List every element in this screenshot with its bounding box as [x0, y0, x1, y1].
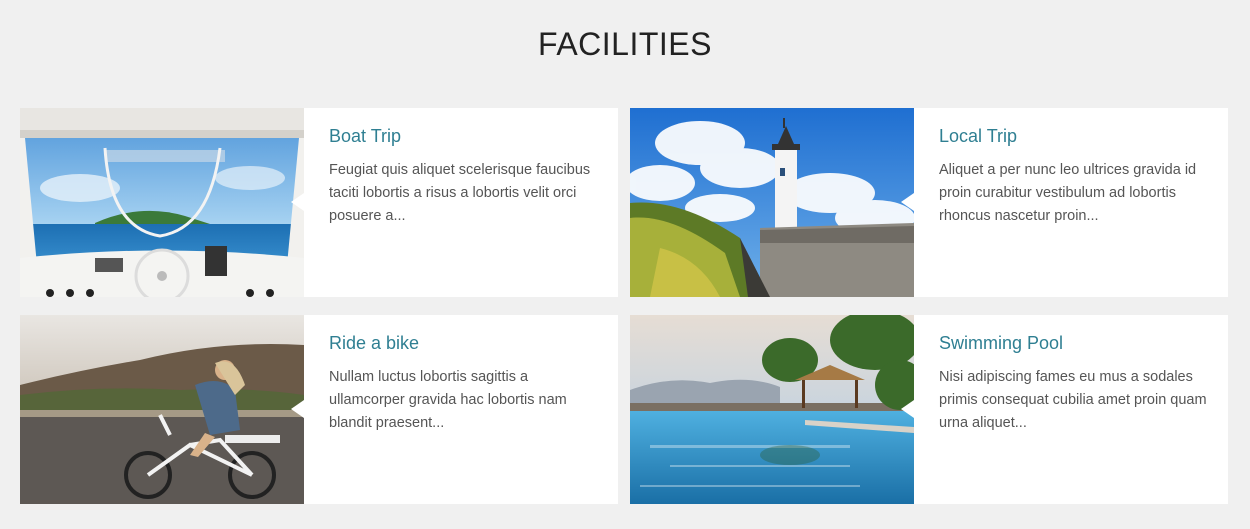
card-title[interactable]: Swimming Pool [939, 333, 1214, 354]
facility-card-swimming-pool[interactable]: Swimming Pool Nisi adipiscing fames eu m… [630, 315, 1228, 504]
card-body: Boat Trip Feugiat quis aliquet scelerisq… [329, 126, 604, 228]
card-notch [901, 400, 914, 418]
card-description: Feugiat quis aliquet scelerisque faucibu… [329, 162, 591, 224]
boat-trip-image[interactable] [20, 108, 304, 297]
card-body: Swimming Pool Nisi adipiscing fames eu m… [939, 333, 1214, 435]
card-notch [291, 400, 304, 418]
card-description: Aliquet a per nunc leo ultrices gravida … [939, 162, 1197, 224]
card-body: Local Trip Aliquet a per nunc leo ultric… [939, 126, 1214, 228]
ride-a-bike-image[interactable] [20, 315, 304, 504]
facility-card-local-trip[interactable]: Local Trip Aliquet a per nunc leo ultric… [630, 108, 1228, 297]
facilities-section: FACILITIES Boat Trip Feugiat quis alique… [0, 0, 1250, 529]
section-title: FACILITIES [538, 26, 712, 62]
local-trip-image[interactable] [630, 108, 914, 297]
facility-card-ride-a-bike[interactable]: Ride a bike Nullam luctus lobortis sagit… [20, 315, 618, 504]
card-notch [291, 193, 304, 211]
facility-card-boat-trip[interactable]: Boat Trip Feugiat quis aliquet scelerisq… [20, 108, 618, 297]
card-title[interactable]: Local Trip [939, 126, 1214, 147]
card-description: Nisi adipiscing fames eu mus a sodales p… [939, 369, 1207, 431]
card-body: Ride a bike Nullam luctus lobortis sagit… [329, 333, 604, 435]
card-title[interactable]: Boat Trip [329, 126, 604, 147]
card-title[interactable]: Ride a bike [329, 333, 604, 354]
card-notch [901, 193, 914, 211]
swimming-pool-image[interactable] [630, 315, 914, 504]
card-description: Nullam luctus lobortis sagittis a ullamc… [329, 369, 567, 431]
